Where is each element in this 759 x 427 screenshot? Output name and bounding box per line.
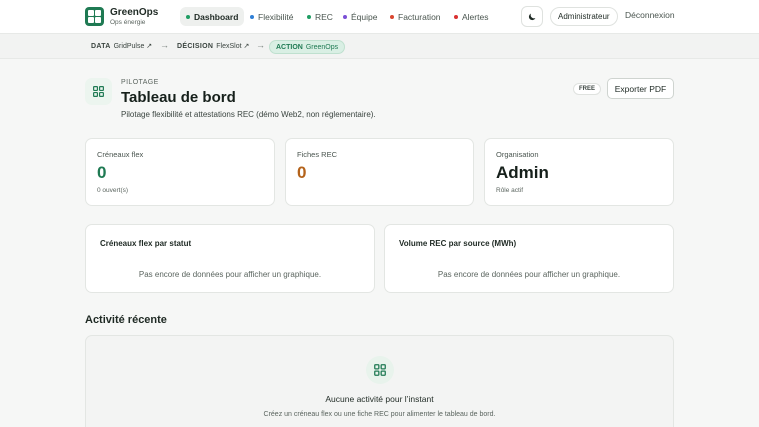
activity-empty-title: Aucune activité pour l’instant [325, 394, 434, 404]
activity-empty-subtitle: Créez un créneau flex ou une fiche REC p… [263, 411, 496, 418]
breadcrumb: DATA GridPulse ↗ → DÉCISION FlexSlot ↗ → A… [0, 34, 759, 59]
brand-name[interactable]: GreenOps [110, 7, 158, 18]
theme-toggle-button[interactable] [521, 6, 543, 27]
breadcrumb-tag: DÉCISION [177, 43, 214, 50]
nav-dot-icon [343, 14, 347, 19]
activity-grid-icon [366, 356, 394, 384]
chart-empty-message: Pas encore de données pour afficher un g… [138, 270, 322, 279]
nav-label: Facturation [398, 11, 441, 22]
dashboard-grid-icon [85, 78, 112, 105]
logout-link[interactable]: Déconnexion [625, 10, 675, 20]
export-pdf-button[interactable]: Exporter PDF [607, 78, 674, 99]
nav-alertes[interactable]: Alertes [448, 7, 494, 26]
breadcrumb-action-pill[interactable]: ACTION GreenOps [269, 40, 346, 54]
kpi-label: Créneaux flex [97, 150, 144, 159]
breadcrumb-label: GridPulse ↗ [113, 43, 153, 50]
nav-dot-icon [307, 14, 311, 19]
logo-icon[interactable] [85, 7, 104, 26]
page-subtitle: Pilotage flexibilité et attestations REC… [121, 110, 376, 119]
nav-equipe[interactable]: Équipe [337, 7, 383, 26]
kpi-note: Rôle actif [496, 187, 524, 194]
nav-dot-icon [186, 14, 190, 19]
breadcrumb-label: FlexSlot ↗ [216, 43, 250, 50]
kpi-label: Fiches REC [297, 150, 338, 159]
nav-label: Dashboard [194, 11, 239, 22]
breadcrumb-tag: ACTION [276, 43, 303, 51]
nav-label: Équipe [351, 11, 378, 22]
page-eyebrow: PILOTAGE [121, 79, 159, 86]
activity-section-title: Activité récente [85, 314, 167, 326]
kpi-value: Admin [496, 163, 549, 182]
nav-dot-icon [390, 14, 394, 19]
kpi-card-flex: Créneaux flex 0 0 ouvert(s) [85, 138, 275, 206]
plan-badge: FREE [573, 83, 602, 95]
moon-icon [528, 13, 536, 20]
breadcrumb-tag: DATA [91, 43, 111, 50]
chart-title: Créneaux flex par statut [100, 239, 192, 248]
nav-rec[interactable]: REC [301, 7, 339, 26]
kpi-value: 0 [97, 163, 107, 182]
chart-title: Volume REC par source (MWh) [399, 239, 517, 248]
breadcrumb-label: GreenOps [305, 43, 339, 51]
kpi-card-rec: Fiches REC 0 [285, 138, 474, 206]
kpi-value: 0 [297, 163, 307, 182]
kpi-card-organisation: Organisation Admin Rôle actif [484, 138, 674, 206]
kpi-note: 0 ouvert(s) [97, 187, 129, 194]
nav-label: REC [315, 11, 333, 22]
nav-flexibilite[interactable]: Flexibilité [244, 7, 299, 26]
activity-empty-panel: Aucune activité pour l’instant Créez un … [85, 335, 674, 427]
breadcrumb-data-link[interactable]: DATA GridPulse ↗ [91, 42, 152, 50]
chart-card-flex-status: Créneaux flex par statut Pas encore de d… [85, 224, 375, 293]
page-title: Tableau de bord [121, 89, 236, 106]
kpi-label: Organisation [496, 150, 539, 159]
nav-dashboard[interactable]: Dashboard [180, 7, 245, 26]
nav-label: Flexibilité [258, 11, 294, 22]
top-navbar: GreenOps Ops énergie Dashboard Flexibili… [0, 0, 759, 34]
breadcrumb-arrow-icon: → [256, 40, 265, 50]
nav-label: Alertes [462, 11, 489, 22]
breadcrumb-decision-link[interactable]: DÉCISION FlexSlot ↗ [177, 42, 249, 50]
nav-dot-icon [454, 14, 458, 19]
nav-facturation[interactable]: Facturation [384, 7, 447, 26]
breadcrumb-arrow-icon: → [160, 40, 169, 50]
brand-subtitle: Ops énergie [110, 19, 146, 26]
chart-card-rec-volume: Volume REC par source (MWh) Pas encore d… [384, 224, 674, 293]
nav-dot-icon [250, 14, 254, 19]
chart-empty-message: Pas encore de données pour afficher un g… [437, 270, 621, 279]
role-button[interactable]: Administrateur [550, 7, 618, 26]
